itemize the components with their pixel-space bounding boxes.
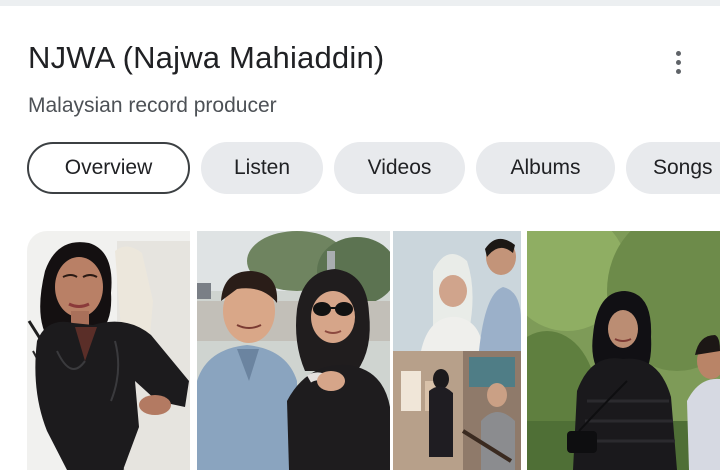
tab-listen[interactable]: Listen [201, 142, 323, 194]
park-photo [527, 231, 720, 470]
portrait-photo [27, 231, 190, 470]
more-vert-icon-dot [675, 68, 681, 74]
collage-photo [393, 231, 521, 470]
selfie-photo [197, 231, 390, 470]
more-vert-icon [675, 50, 681, 56]
panel-title: NJWA (Najwa Mahiaddin) [28, 40, 385, 75]
more-vert-icon-dot [675, 59, 681, 65]
tab-albums[interactable]: Albums [476, 142, 615, 194]
tab-overview[interactable]: Overview [27, 142, 190, 194]
image-thumbnail-selfie[interactable] [197, 231, 390, 470]
image-thumbnail-collage[interactable] [393, 231, 521, 470]
tab-songs[interactable]: Songs [626, 142, 720, 194]
more-options-button[interactable] [662, 46, 694, 78]
panel-subtitle: Malaysian record producer [28, 94, 277, 117]
top-divider [0, 0, 720, 6]
image-gallery [0, 231, 720, 470]
tab-bar: Overview Listen Videos Albums Songs [0, 142, 720, 198]
tab-videos[interactable]: Videos [334, 142, 465, 194]
image-thumbnail-portrait[interactable] [27, 231, 190, 470]
image-thumbnail-park[interactable] [527, 231, 720, 470]
